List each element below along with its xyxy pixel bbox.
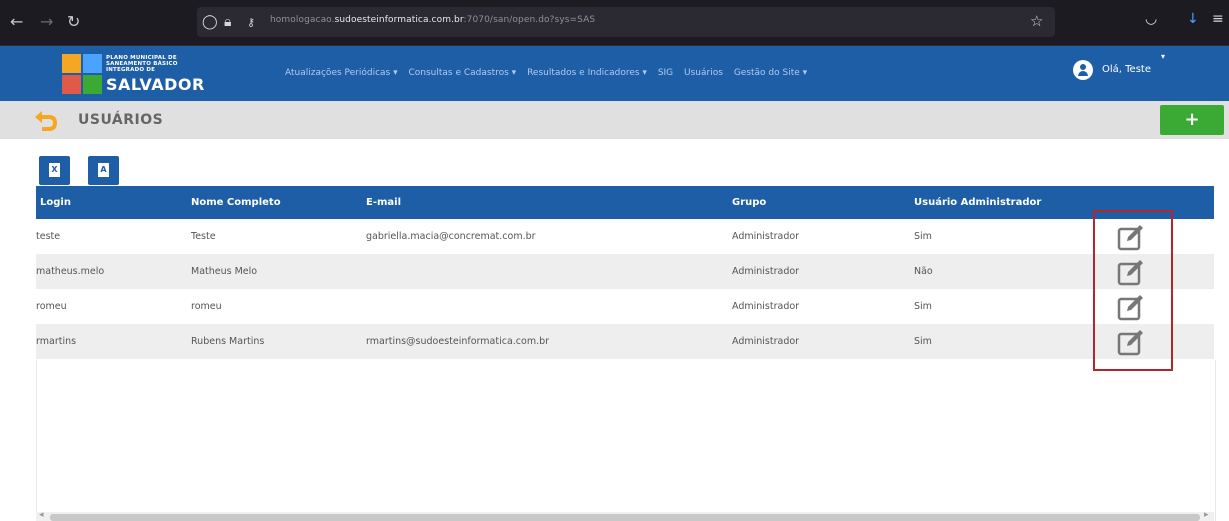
cell-group: Administrador: [732, 231, 800, 242]
menu-resultados[interactable]: Resultados e Indicadores ▾: [527, 68, 647, 78]
user-greeting: Olá, Teste: [1102, 64, 1151, 75]
page-title: USUÁRIOS: [78, 112, 164, 128]
scroll-left-icon[interactable]: ◂: [39, 510, 44, 520]
table-row[interactable]: romeu romeu Administrador Sim: [36, 289, 1214, 324]
pdf-label: A: [100, 165, 107, 174]
page-header: USUÁRIOS +: [0, 101, 1229, 139]
caret-down-icon: ▾: [1161, 52, 1166, 61]
url-suffix: :7070/san/open.do?sys=SAS: [463, 15, 596, 25]
cell-email: rmartins@sudoesteinformatica.com.br: [366, 336, 550, 347]
cell-group: Administrador: [732, 301, 800, 312]
key-icon[interactable]: ⚷: [247, 14, 255, 32]
cell-name: Teste: [191, 231, 216, 242]
back-arrow-icon[interactable]: ←: [10, 12, 23, 32]
logo-blue-square: [83, 54, 102, 73]
cell-group: Administrador: [732, 336, 800, 347]
table-empty-area: [36, 360, 1216, 521]
export-pdf-button[interactable]: A: [88, 156, 119, 185]
logo-red-square: [62, 75, 81, 94]
logo-orange-square: [62, 54, 81, 73]
forward-arrow-icon[interactable]: →: [40, 12, 53, 32]
logo-salvador: SALVADOR: [106, 75, 205, 94]
main-menu: Atualizações Periódicas ▾ Consultas e Ca…: [285, 68, 815, 78]
edit-column-highlight: [1093, 210, 1173, 371]
add-user-button[interactable]: +: [1160, 105, 1224, 135]
header-email[interactable]: E-mail: [366, 197, 401, 208]
header-nome[interactable]: Nome Completo: [191, 197, 281, 208]
cell-email: gabriella.macia@concremat.com.br: [366, 231, 536, 242]
browser-toolbar: ← → ↻ ◯ 🔒︎ ⚷ homologacao.sudoesteinforma…: [0, 0, 1229, 46]
cell-name: Matheus Melo: [191, 266, 258, 277]
logo[interactable]: PLANO MUNICIPAL DE SANEAMENTO BÁSICO INT…: [56, 50, 204, 96]
cell-admin: Sim: [914, 336, 932, 347]
url-domain: sudoesteinformatica.com.br: [334, 15, 464, 25]
cell-login: teste: [36, 231, 61, 242]
export-excel-button[interactable]: X: [39, 156, 70, 185]
header-login[interactable]: Login: [40, 197, 71, 208]
menu-consultas[interactable]: Consultas e Cadastros ▾: [409, 68, 517, 78]
app-navbar: PLANO MUNICIPAL DE SANEAMENTO BÁSICO INT…: [0, 46, 1229, 101]
pocket-icon[interactable]: ◡: [1145, 11, 1157, 27]
table-row[interactable]: matheus.melo Matheus Melo Administrador …: [36, 254, 1214, 289]
lock-icon[interactable]: 🔒︎: [224, 13, 231, 31]
table-row[interactable]: rmartins Rubens Martins rmartins@sudoest…: [36, 324, 1214, 359]
bookmark-star-icon[interactable]: ☆: [1030, 12, 1043, 30]
menu-atualizacoes[interactable]: Atualizações Periódicas ▾: [285, 68, 398, 78]
header-admin[interactable]: Usuário Administrador: [914, 197, 1041, 208]
cell-group: Administrador: [732, 266, 800, 277]
scroll-thumb[interactable]: [50, 514, 1200, 521]
pdf-file-icon: A: [98, 163, 109, 177]
menu-usuarios[interactable]: Usuários: [684, 68, 723, 78]
table-header: Login Nome Completo E-mail Grupo Usuário…: [36, 186, 1214, 219]
url-text[interactable]: homologacao.sudoesteinformatica.com.br:7…: [270, 15, 595, 25]
cell-login: rmartins: [36, 336, 77, 347]
menu-sig[interactable]: SIG: [658, 68, 673, 78]
download-icon[interactable]: ↓: [1187, 11, 1199, 27]
address-bar[interactable]: ◯ 🔒︎ ⚷ homologacao.sudoesteinformatica.c…: [197, 7, 1055, 37]
scroll-right-icon[interactable]: ▸: [1204, 510, 1209, 520]
back-icon[interactable]: [32, 108, 60, 132]
excel-file-icon: X: [49, 163, 60, 177]
shield-icon[interactable]: ◯: [202, 13, 218, 31]
cell-login: romeu: [36, 301, 67, 312]
table-row[interactable]: teste Teste gabriella.macia@concremat.co…: [36, 219, 1214, 254]
cell-admin: Sim: [914, 231, 932, 242]
horizontal-scrollbar[interactable]: ◂ ▸: [36, 510, 1214, 521]
menu-hamburger-icon[interactable]: ≡: [1212, 11, 1224, 27]
excel-label: X: [51, 165, 58, 174]
cell-name: romeu: [191, 301, 222, 312]
reload-icon[interactable]: ↻: [67, 12, 80, 32]
url-prefix: homologacao.: [270, 15, 335, 25]
user-avatar-icon: [1073, 60, 1093, 80]
logo-green-square: [83, 75, 102, 94]
menu-gestao[interactable]: Gestão do Site ▾: [734, 68, 807, 78]
cell-admin: Sim: [914, 301, 932, 312]
cell-login: matheus.melo: [36, 266, 105, 277]
logo-line3: INTEGRADO DE: [106, 67, 156, 73]
header-grupo[interactable]: Grupo: [732, 197, 766, 208]
cell-admin: Não: [914, 266, 933, 277]
cell-name: Rubens Martins: [191, 336, 265, 347]
